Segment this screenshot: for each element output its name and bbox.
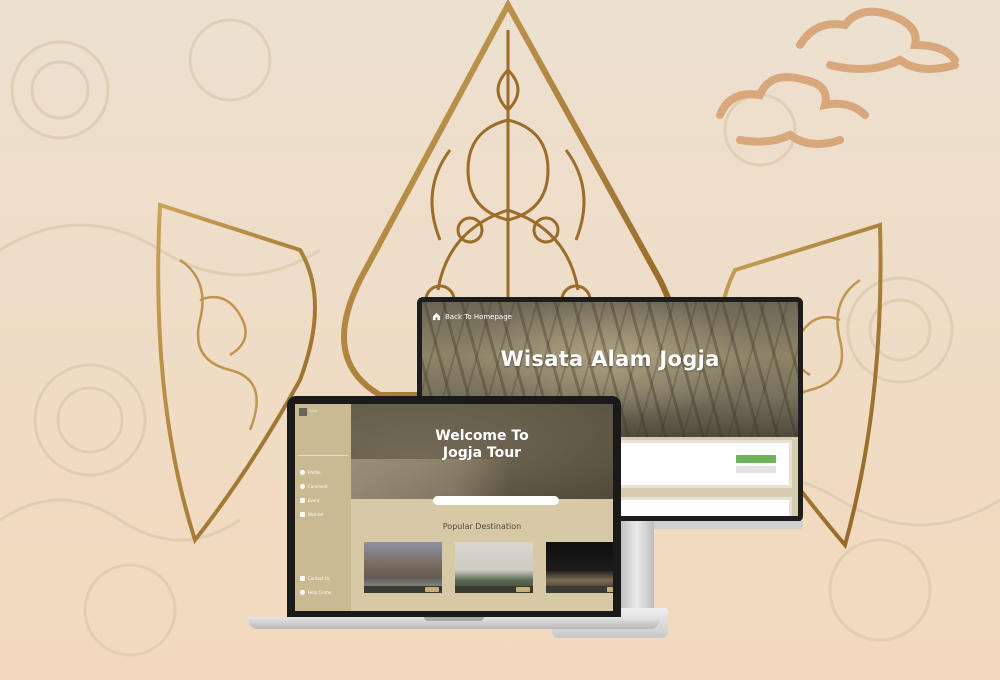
laptop-notch [424, 617, 484, 621]
phone-icon [300, 576, 305, 581]
home-icon [432, 312, 441, 321]
back-to-homepage-label: Back To Homepage [445, 312, 512, 321]
calendar-icon [300, 498, 305, 503]
card-button[interactable] [425, 587, 439, 592]
view-details-button[interactable] [736, 455, 776, 463]
destination-card[interactable] [546, 542, 613, 593]
sidebar-item-help-center[interactable]: Help Center [300, 590, 332, 595]
popular-heading: Popular Destination [442, 522, 522, 531]
laptop-screen: Rafa Profile Comment Event Wishlist Cont… [295, 404, 613, 611]
sidebar: Rafa Profile Comment Event Wishlist Cont… [295, 404, 351, 611]
destination-card[interactable] [617, 440, 792, 488]
back-to-homepage-link[interactable]: Back To Homepage [432, 312, 512, 321]
secondary-button[interactable] [736, 466, 776, 473]
sidebar-item-contact-us[interactable]: Contact Us [300, 576, 330, 581]
sidebar-item-label: Wishlist [308, 512, 324, 517]
destination-card[interactable] [455, 542, 533, 593]
person-icon [300, 470, 305, 475]
destination-cards [364, 542, 613, 593]
card-button[interactable] [607, 587, 613, 592]
avatar[interactable] [299, 408, 307, 416]
sidebar-item-label: Comment [308, 484, 328, 489]
main-content: Welcome To Jogja Tour Popular Destinatio… [351, 404, 613, 611]
sidebar-item-comment[interactable]: Comment [300, 484, 328, 489]
hero-title-line2: Jogja Tour [442, 445, 522, 461]
sidebar-item-event[interactable]: Event [300, 498, 319, 503]
sidebar-item-label: Event [308, 498, 320, 503]
bookmark-icon [300, 512, 305, 517]
sidebar-item-label: Profile [308, 470, 321, 475]
sidebar-item-label: Help Center [308, 590, 332, 595]
card-footer [546, 586, 613, 593]
hero-title: Welcome To Jogja Tour [351, 428, 613, 462]
sidebar-divider [298, 455, 348, 456]
sidebar-item-label: Contact Us [308, 576, 330, 581]
laptop: Rafa Profile Comment Event Wishlist Cont… [287, 396, 621, 617]
sidebar-item-profile[interactable]: Profile [300, 470, 320, 475]
comment-icon [300, 484, 305, 489]
page-title: Wisata Alam Jogja [500, 347, 720, 371]
user-name: Rafa [309, 409, 317, 413]
hero-title-line1: Welcome To [435, 428, 529, 444]
monitor-stand [620, 521, 654, 611]
sidebar-item-wishlist[interactable]: Wishlist [300, 512, 323, 517]
help-icon [300, 590, 305, 595]
destination-card[interactable] [617, 497, 792, 516]
card-button[interactable] [516, 587, 530, 592]
destination-card[interactable] [364, 542, 442, 593]
search-input[interactable] [433, 496, 559, 505]
